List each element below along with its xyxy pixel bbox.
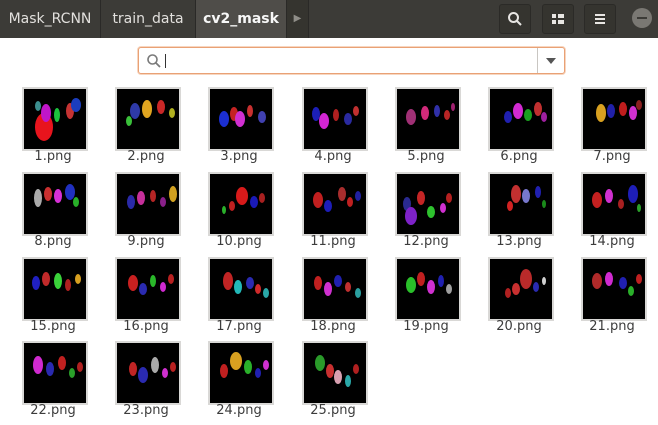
file-thumbnail bbox=[395, 87, 461, 151]
search-input[interactable] bbox=[169, 50, 559, 70]
file-item[interactable]: 9.png bbox=[93, 167, 186, 251]
file-thumbnail bbox=[22, 172, 88, 236]
file-name: 18.png bbox=[310, 319, 356, 334]
file-name: 16.png bbox=[123, 319, 169, 334]
file-item[interactable]: 4.png bbox=[280, 82, 373, 166]
file-name: 3.png bbox=[220, 149, 258, 164]
breadcrumb-train-data[interactable]: train_data bbox=[101, 0, 196, 38]
file-item[interactable]: 6.png bbox=[466, 82, 559, 166]
breadcrumb-forward-arrow-icon[interactable]: ▶ bbox=[287, 0, 309, 38]
breadcrumb-mask-rcnn[interactable]: Mask_RCNN bbox=[0, 0, 101, 38]
file-name: 12.png bbox=[403, 234, 449, 249]
file-item[interactable]: 2.png bbox=[93, 82, 186, 166]
file-item[interactable]: 5.png bbox=[373, 82, 466, 166]
file-thumbnail bbox=[22, 257, 88, 321]
file-name: 25.png bbox=[310, 403, 356, 418]
file-item[interactable]: 11.png bbox=[280, 167, 373, 251]
file-item[interactable]: 21.png bbox=[559, 252, 652, 336]
file-item[interactable]: 22.png bbox=[0, 336, 93, 420]
file-item[interactable]: 14.png bbox=[559, 167, 652, 251]
search-bar bbox=[138, 47, 565, 74]
file-name: 7.png bbox=[593, 149, 631, 164]
file-name: 11.png bbox=[310, 234, 356, 249]
file-item[interactable]: 16.png bbox=[93, 252, 186, 336]
file-thumbnail bbox=[302, 341, 368, 405]
file-item[interactable]: 1.png bbox=[0, 82, 93, 166]
file-name: 22.png bbox=[30, 403, 76, 418]
file-name: 15.png bbox=[30, 319, 76, 334]
file-name: 17.png bbox=[216, 319, 262, 334]
file-thumbnail bbox=[208, 257, 274, 321]
file-item[interactable]: 3.png bbox=[186, 82, 279, 166]
menu-button[interactable] bbox=[584, 4, 616, 34]
file-thumbnail bbox=[488, 87, 554, 151]
file-thumbnail bbox=[115, 172, 181, 236]
file-item[interactable]: 24.png bbox=[186, 336, 279, 420]
file-name: 24.png bbox=[216, 403, 262, 418]
file-name: 10.png bbox=[216, 234, 262, 249]
file-thumbnail bbox=[115, 341, 181, 405]
file-item[interactable]: 23.png bbox=[93, 336, 186, 420]
text-cursor bbox=[165, 54, 166, 68]
file-thumbnail bbox=[22, 341, 88, 405]
file-name: 23.png bbox=[123, 403, 169, 418]
file-thumbnail bbox=[115, 257, 181, 321]
header-bar: Mask_RCNN train_data cv2_mask ▶ bbox=[0, 0, 658, 38]
file-thumbnail bbox=[302, 257, 368, 321]
breadcrumb-cv2-mask[interactable]: cv2_mask bbox=[196, 0, 287, 38]
search-icon bbox=[508, 12, 522, 26]
file-thumbnail bbox=[581, 257, 647, 321]
file-thumbnail bbox=[488, 172, 554, 236]
file-thumbnail bbox=[581, 172, 647, 236]
file-thumbnail bbox=[208, 341, 274, 405]
file-item[interactable]: 15.png bbox=[0, 252, 93, 336]
grid-view-icon bbox=[552, 14, 564, 24]
file-item[interactable]: 17.png bbox=[186, 252, 279, 336]
view-options-button[interactable] bbox=[542, 4, 574, 34]
file-name: 20.png bbox=[496, 319, 542, 334]
file-thumbnail bbox=[22, 87, 88, 151]
minimize-icon[interactable] bbox=[632, 8, 652, 28]
file-name: 14.png bbox=[589, 234, 635, 249]
file-name: 2.png bbox=[127, 149, 165, 164]
file-item[interactable]: 20.png bbox=[466, 252, 559, 336]
file-thumbnail bbox=[302, 87, 368, 151]
file-item[interactable]: 10.png bbox=[186, 167, 279, 251]
search-toggle-button[interactable] bbox=[499, 4, 531, 34]
file-name: 9.png bbox=[127, 234, 165, 249]
file-thumbnail bbox=[208, 172, 274, 236]
file-thumbnail bbox=[395, 257, 461, 321]
file-name: 8.png bbox=[34, 234, 72, 249]
file-item[interactable]: 8.png bbox=[0, 167, 93, 251]
file-item[interactable]: 25.png bbox=[280, 336, 373, 420]
search-options-dropdown[interactable] bbox=[537, 48, 564, 73]
file-thumbnail bbox=[208, 87, 274, 151]
file-item[interactable]: 7.png bbox=[559, 82, 652, 166]
file-item[interactable]: 19.png bbox=[373, 252, 466, 336]
file-name: 19.png bbox=[403, 319, 449, 334]
file-thumbnail bbox=[395, 172, 461, 236]
file-name: 13.png bbox=[496, 234, 542, 249]
file-name: 5.png bbox=[407, 149, 445, 164]
file-thumbnail bbox=[488, 257, 554, 321]
file-thumbnail bbox=[115, 87, 181, 151]
hamburger-menu-icon bbox=[595, 14, 605, 24]
file-item[interactable]: 18.png bbox=[280, 252, 373, 336]
file-item[interactable]: 12.png bbox=[373, 167, 466, 251]
file-thumbnail bbox=[581, 87, 647, 151]
file-thumbnail bbox=[302, 172, 368, 236]
file-name: 21.png bbox=[589, 319, 635, 334]
file-name: 6.png bbox=[500, 149, 538, 164]
file-item[interactable]: 13.png bbox=[466, 167, 559, 251]
file-name: 1.png bbox=[34, 149, 72, 164]
file-name: 4.png bbox=[314, 149, 352, 164]
search-icon bbox=[147, 54, 161, 68]
